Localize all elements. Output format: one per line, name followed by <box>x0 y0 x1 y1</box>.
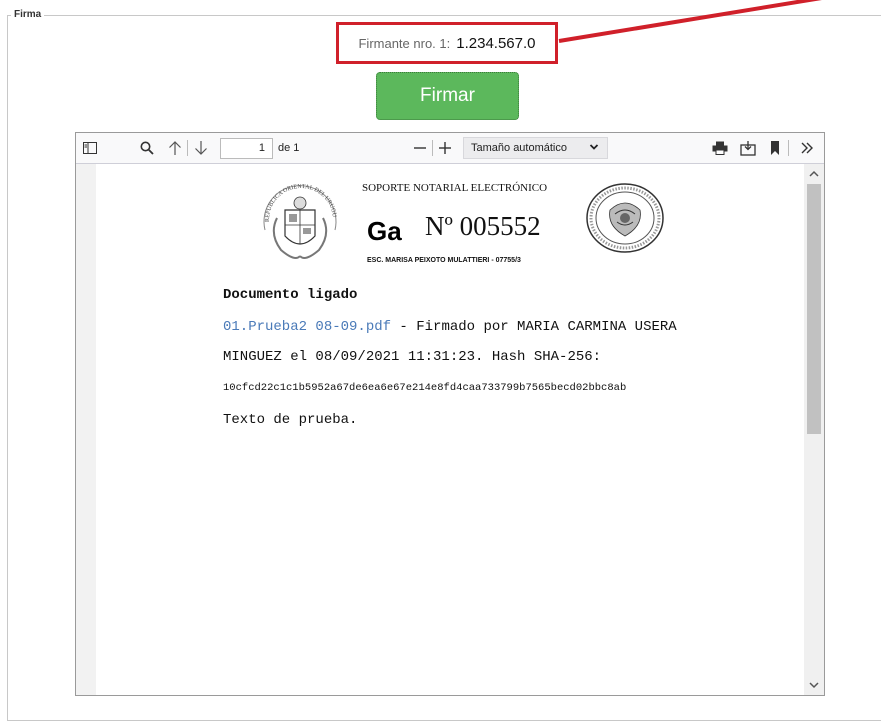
toolbar-separator <box>788 140 789 156</box>
arrow-up-icon[interactable] <box>166 139 184 157</box>
chevron-up-icon[interactable] <box>804 166 824 182</box>
coat-of-arms-seal: REPUBLICA ORIENTAL DEL URUGUAY <box>253 166 345 268</box>
sidebar-toggle-icon[interactable] <box>82 140 98 156</box>
search-icon[interactable] <box>138 139 156 157</box>
document-line-2: MINGUEZ el 08/09/2021 11:31:23. Hash SHA… <box>223 349 602 365</box>
scrollbar-thumb[interactable] <box>807 184 821 434</box>
document-line-1: 01.Prueba2 08-09.pdf - Firmado por MARIA… <box>223 319 677 335</box>
toolbar-separator <box>187 140 188 156</box>
firmante-label: Firmante nro. 1: <box>358 35 451 51</box>
firmante-value: 1.234.567.0 <box>456 34 536 52</box>
zoom-select[interactable]: Tamaño automático <box>463 137 608 159</box>
zoom-select-value: Tamaño automático <box>471 142 567 154</box>
pdf-viewer: 1 de 1 Tamaño automático REPUBLICA ORIEN… <box>75 132 825 696</box>
bookmark-icon[interactable] <box>767 139 783 157</box>
document-number: Nº 005552 <box>425 211 541 241</box>
zoom-in-icon[interactable] <box>436 139 454 157</box>
document-body-text: Texto de prueba. <box>223 412 358 428</box>
document-link[interactable]: 01.Prueba2 08-09.pdf <box>223 319 391 335</box>
arrow-down-icon[interactable] <box>192 139 210 157</box>
document-page: REPUBLICA ORIENTAL DEL URUGUAY SOPORTE N… <box>96 164 804 695</box>
notarial-header-title: SOPORTE NOTARIAL ELECTRÓNICO <box>362 182 548 194</box>
firmante-highlight-box: Firmante nro. 1: 1.234.567.0 <box>336 22 558 64</box>
chevron-down-icon <box>589 141 599 156</box>
print-icon[interactable] <box>711 139 729 157</box>
vertical-scrollbar[interactable] <box>804 164 824 695</box>
series-code: Ga <box>367 216 402 246</box>
hash-value: 10cfcd22c1c1b5952a67de6ea6e67e214e8fd4ca… <box>223 382 627 394</box>
more-tools-icon[interactable] <box>798 139 816 157</box>
zoom-out-icon[interactable] <box>411 139 429 157</box>
download-icon[interactable] <box>739 139 757 157</box>
document-heading: Documento ligado <box>223 287 358 303</box>
firmar-button[interactable]: Firmar <box>376 72 519 120</box>
toolbar-separator <box>432 140 433 156</box>
viewer-toolbar: 1 de 1 Tamaño automático <box>76 133 824 164</box>
signed-by-text: - Firmado por MARIA CARMINA USERA <box>391 319 677 335</box>
notary-seal <box>585 182 665 254</box>
fieldset-legend: Firma <box>11 8 45 22</box>
page-count-label: de 1 <box>278 142 300 154</box>
chevron-down-icon[interactable] <box>804 677 824 693</box>
notary-name: ESC. MARISA PEIXOTO MULATTIERI - 07755/3 <box>367 257 521 264</box>
page-number-input[interactable]: 1 <box>220 138 273 159</box>
document-area: REPUBLICA ORIENTAL DEL URUGUAY SOPORTE N… <box>76 164 804 695</box>
